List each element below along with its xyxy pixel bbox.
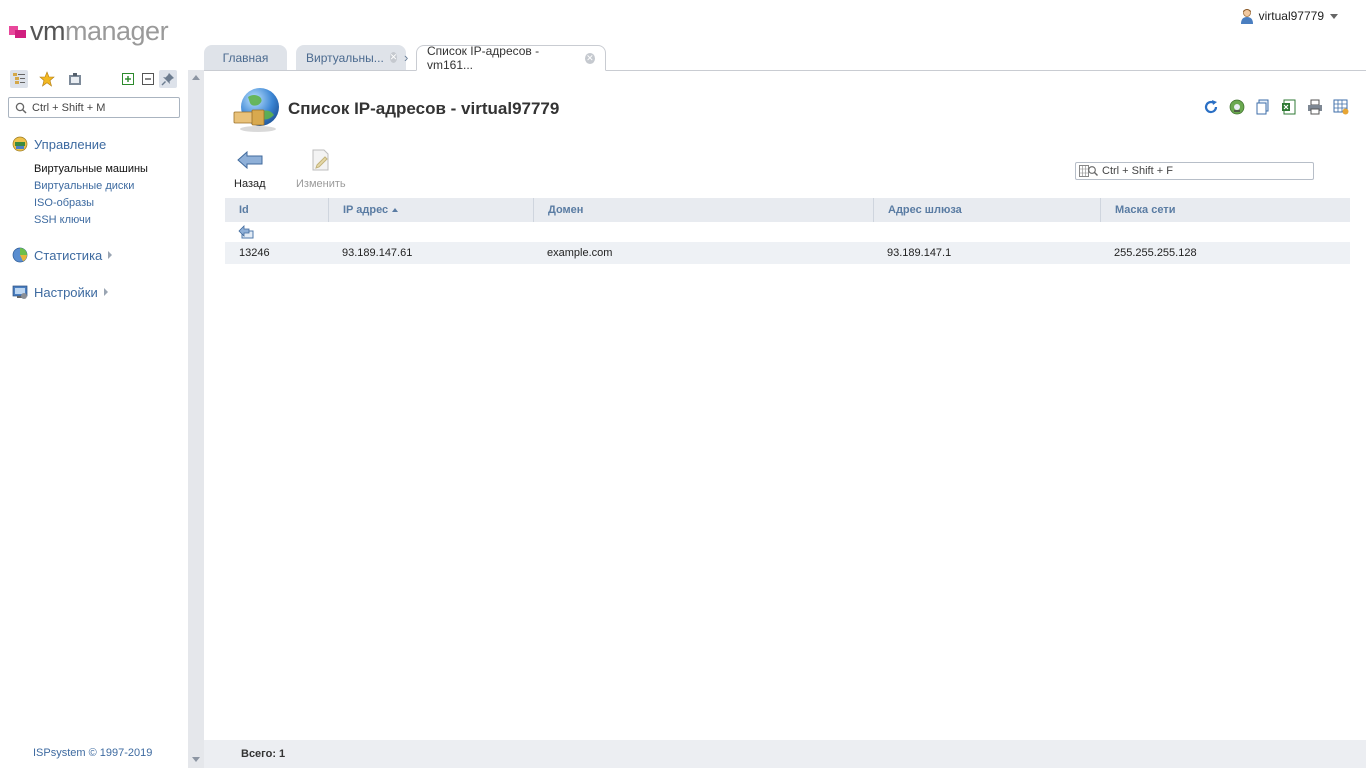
- tab-bar: Главная Виртуальны... ✕ › Список IP-адре…: [204, 44, 1366, 72]
- settings-icon: [12, 285, 28, 299]
- edit-button[interactable]: Изменить: [296, 148, 346, 190]
- sidebar-search-input[interactable]: [32, 101, 172, 114]
- export-excel-icon[interactable]: [1280, 98, 1298, 116]
- tab-label: Главная: [222, 50, 269, 65]
- user-menu[interactable]: virtual97779: [1240, 8, 1338, 24]
- sidebar-item-iso-images[interactable]: ISO-образы: [34, 195, 148, 212]
- table-row[interactable]: 13246 93.189.147.61 example.com 93.189.1…: [225, 242, 1350, 264]
- edit-button-label: Изменить: [296, 178, 346, 190]
- pin-icon[interactable]: [159, 70, 177, 88]
- column-header-ip[interactable]: IP адрес: [328, 198, 533, 222]
- menu-group-label: Настройки: [34, 284, 98, 300]
- column-header-netmask[interactable]: Маска сети: [1100, 198, 1350, 222]
- edit-document-icon: [308, 148, 334, 172]
- tab-label: Список IP-адресов - vm161...: [427, 44, 540, 72]
- search-icon: [15, 102, 27, 114]
- table-filter-field[interactable]: [1075, 162, 1314, 180]
- logo-text: vmmanager: [30, 15, 169, 46]
- sidebar-item-virtual-machines[interactable]: Виртуальные машины: [34, 161, 148, 178]
- cell-domain: example.com: [547, 247, 613, 259]
- sidebar: Управление Виртуальные машины Виртуальны…: [0, 66, 188, 768]
- sidebar-search-field[interactable]: [8, 97, 180, 118]
- page-title: Список IP-адресов - virtual97779: [288, 99, 560, 118]
- tab-label: Виртуальны...: [306, 50, 384, 65]
- globe-link-icon[interactable]: [1228, 98, 1246, 116]
- parent-level-row[interactable]: [225, 222, 1350, 242]
- list-toolbar: [1202, 98, 1350, 116]
- table-search-icon: [1079, 165, 1098, 177]
- menu-group-statistics[interactable]: Статистика: [12, 247, 113, 263]
- back-button[interactable]: Назад: [234, 148, 266, 190]
- management-submenu: Виртуальные машины Виртуальные диски ISO…: [34, 161, 148, 229]
- scroll-up-icon[interactable]: [192, 75, 200, 80]
- menu-group-label: Статистика: [34, 247, 103, 263]
- total-count: Всего: 1: [241, 748, 286, 760]
- main-content: Список IP-адресов - virtual97779 Назад И…: [204, 71, 1366, 768]
- logo-mark-icon: [9, 24, 27, 38]
- scroll-down-icon[interactable]: [192, 757, 200, 762]
- chevron-right-icon: ›: [404, 50, 409, 65]
- star-icon[interactable]: [38, 70, 56, 88]
- clipboard-icon[interactable]: [66, 70, 84, 88]
- back-button-label: Назад: [234, 178, 266, 190]
- menu-group-label: Управление: [34, 136, 107, 152]
- sidebar-item-virtual-disks[interactable]: Виртуальные диски: [34, 178, 148, 195]
- statistics-icon: [12, 247, 28, 263]
- table-settings-icon[interactable]: [1332, 98, 1350, 116]
- sidebar-item-ssh-keys[interactable]: SSH ключи: [34, 212, 148, 229]
- management-icon: [12, 136, 28, 152]
- collapse-all-icon[interactable]: [139, 70, 157, 88]
- user-name: virtual97779: [1258, 9, 1324, 23]
- table-filter-input[interactable]: [1102, 165, 1302, 177]
- sort-ascending-icon: [392, 208, 399, 213]
- table-header: Id IP адрес Домен Адрес шлюза Маска сети: [225, 198, 1350, 222]
- refresh-icon[interactable]: [1202, 98, 1220, 116]
- chevron-down-icon: [1330, 13, 1338, 19]
- chevron-right-icon: [103, 288, 108, 296]
- app-logo[interactable]: vmmanager: [9, 15, 169, 46]
- copyright-text[interactable]: ISPsystem © 1997-2019: [33, 747, 152, 759]
- print-icon[interactable]: [1306, 98, 1324, 116]
- user-avatar-icon: [1240, 9, 1253, 24]
- tab-home[interactable]: Главная: [204, 45, 287, 70]
- menu-group-settings[interactable]: Настройки: [12, 284, 108, 300]
- copy-icon[interactable]: [1254, 98, 1272, 116]
- cell-netmask: 255.255.255.128: [1114, 247, 1197, 259]
- table-footer: Всего: 1: [204, 740, 1366, 768]
- expand-all-icon[interactable]: [119, 70, 137, 88]
- chevron-right-icon: [108, 251, 113, 259]
- cell-id: 13246: [239, 247, 270, 259]
- cell-ip: 93.189.147.61: [342, 247, 413, 259]
- sidebar-scrollbar[interactable]: [188, 70, 204, 768]
- cell-gateway: 93.189.147.1: [887, 247, 952, 259]
- close-icon[interactable]: ✕: [389, 52, 398, 63]
- globe-network-icon: [233, 88, 279, 132]
- sidebar-toolbar: [10, 70, 180, 90]
- level-up-icon: [238, 225, 254, 239]
- tab-virtual-machines[interactable]: Виртуальны... ✕: [296, 45, 406, 70]
- close-icon[interactable]: ✕: [584, 52, 595, 64]
- tree-view-icon[interactable]: [10, 70, 28, 88]
- ip-address-table: Id IP адрес Домен Адрес шлюза Маска сети…: [225, 198, 1350, 264]
- menu-group-management[interactable]: Управление: [12, 136, 106, 152]
- column-header-gateway[interactable]: Адрес шлюза: [873, 198, 1100, 222]
- tab-ip-list[interactable]: Список IP-адресов - vm161... ✕: [416, 44, 606, 72]
- column-header-domain[interactable]: Домен: [533, 198, 873, 222]
- column-header-id[interactable]: Id: [225, 198, 328, 222]
- back-arrow-icon: [237, 148, 263, 172]
